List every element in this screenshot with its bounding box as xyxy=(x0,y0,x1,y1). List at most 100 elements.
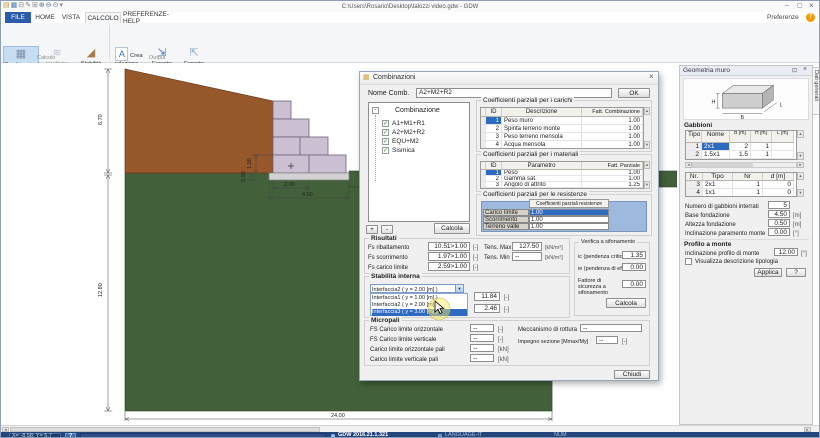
column-header[interactable]: L [m] xyxy=(772,131,794,143)
cell[interactable]: 1x1 xyxy=(703,189,733,197)
tree-item-sismica[interactable]: Sismica xyxy=(392,147,415,155)
combo-dropdown-icon[interactable]: ▼ xyxy=(455,285,463,292)
table1-hscroll-right[interactable]: ► xyxy=(797,162,804,168)
tree-item-a1m1r1[interactable]: A1+M1+R1 xyxy=(392,120,425,128)
cell[interactable]: Acqua mensola xyxy=(502,141,582,149)
cell[interactable]: 0 xyxy=(763,189,794,197)
materiali-table[interactable]: ID Parametro Fatt. Parziale 1 Peso 1.00 … xyxy=(480,161,644,189)
combination-tree[interactable]: - Combinazione ✓ A1+M1+R1 ✓ A2+M2+R2 ✓ E… xyxy=(368,102,470,222)
tree-item-equm2[interactable]: EQU+M2 xyxy=(392,138,419,146)
ic-input[interactable]: 1.35 xyxy=(622,251,646,259)
carichi-table[interactable]: ID Descrizione Fatt. Combinazione 1 Peso… xyxy=(480,107,644,149)
inclinazione-paramento-input[interactable]: 0.00 xyxy=(768,228,790,236)
cell[interactable]: 2 xyxy=(486,125,502,133)
materiali-scroll-down[interactable]: ▼ xyxy=(644,181,650,189)
cell[interactable]: 4 xyxy=(686,189,703,197)
table1-hscroll-left[interactable]: ◄ xyxy=(685,162,692,168)
panel-close-icon[interactable]: × xyxy=(803,66,807,74)
cell[interactable]: 2 xyxy=(686,151,702,159)
terreno-valle-coeff-cell[interactable]: 1.00 xyxy=(529,223,609,230)
cell[interactable]: 1 xyxy=(751,151,772,159)
altezza-fondazione-input[interactable]: 0.50 xyxy=(768,219,790,227)
cell[interactable]: 1.5x1 xyxy=(702,151,730,159)
tab-home[interactable]: HOME xyxy=(33,12,57,23)
table1-hscroll-track[interactable] xyxy=(692,162,797,168)
sifonamento-calcola-button[interactable]: Calcola xyxy=(606,298,646,308)
list-item-interfaccia1[interactable]: Interfaccia1 ( y = 1.00 [m] ) xyxy=(372,295,467,302)
column-header[interactable]: Fatt. Combinazione xyxy=(582,108,643,117)
list-item-interfaccia2[interactable]: Interfaccia2 ( y = 2.00 [m] ) xyxy=(372,302,467,309)
column-header[interactable]: d [m] xyxy=(763,173,794,181)
cell[interactable]: 2 xyxy=(730,143,751,151)
cell[interactable]: 3 xyxy=(486,133,502,141)
list-item-interfaccia3[interactable]: Interfaccia3 ( y = 3.00 [m] ) xyxy=(372,309,467,316)
tree-expander-icon[interactable]: - xyxy=(372,107,379,114)
canvas-hscrollbar[interactable]: ◄ ► xyxy=(1,425,819,432)
table1-scroll-up[interactable]: ▲ xyxy=(797,130,804,138)
cell[interactable]: 1.00 xyxy=(582,117,643,125)
minimize-button[interactable]: – xyxy=(785,2,789,10)
carichi-scroll-up[interactable]: ▲ xyxy=(644,107,650,115)
cell[interactable] xyxy=(772,143,794,151)
cell[interactable]: 0 xyxy=(763,181,794,189)
carico-limite-coeff-cell[interactable]: 1.00 xyxy=(529,209,609,216)
column-header[interactable]: ID xyxy=(486,108,502,117)
applica-button[interactable]: Applica xyxy=(754,268,782,277)
cell[interactable]: Peso muro xyxy=(502,117,582,125)
add-combination-button[interactable]: + xyxy=(366,225,378,234)
dati-generali-side-tab[interactable]: Dati generali xyxy=(812,67,820,115)
preferences-label[interactable]: Preferenze xyxy=(767,14,799,22)
chiudi-button[interactable]: Chiudi xyxy=(614,370,650,379)
cell[interactable]: 3 xyxy=(686,181,703,189)
dialog-close-icon[interactable]: × xyxy=(649,73,654,81)
cell[interactable]: 1.00 xyxy=(582,141,643,149)
panel-help-button[interactable]: ? xyxy=(786,268,806,277)
column-header[interactable]: Descrizione xyxy=(502,108,582,117)
gabion-layout-table[interactable]: Nr. Tipo Nr d [m] 3 2x1 1 0 4 1x1 1 0 xyxy=(685,172,797,197)
tab-file[interactable]: FILE xyxy=(5,12,31,23)
cell[interactable]: 4 xyxy=(486,141,502,149)
maximize-button[interactable]: ▢ xyxy=(797,2,803,10)
cell[interactable]: 1.00 xyxy=(582,125,643,133)
ok-button[interactable]: OK xyxy=(618,88,650,98)
column-header[interactable]: ID xyxy=(486,162,502,170)
remove-combination-button[interactable]: - xyxy=(381,225,393,234)
cell[interactable]: Angolo di attrito xyxy=(502,182,582,188)
table2-scroll-up[interactable]: ▲ xyxy=(797,172,804,180)
column-header[interactable]: Tipo xyxy=(686,131,702,143)
cell[interactable]: 1.00 xyxy=(582,133,643,141)
cell[interactable]: 1 xyxy=(751,143,772,151)
ie-input[interactable]: 0.00 xyxy=(622,263,646,271)
materiali-scroll-up[interactable]: ▲ xyxy=(644,161,650,169)
cell[interactable]: 1 xyxy=(733,181,763,189)
cell[interactable]: 1 xyxy=(486,117,502,125)
help-icon[interactable]: ? xyxy=(806,13,815,22)
tree-root-label[interactable]: Combinazione xyxy=(395,107,440,115)
cell[interactable]: Peso terreno mensola xyxy=(502,133,582,141)
table2-scroll-down[interactable]: ▼ xyxy=(797,189,804,197)
column-header[interactable]: Nome xyxy=(702,131,730,143)
column-header[interactable]: Nr. xyxy=(686,173,703,181)
cell[interactable]: 1.25 xyxy=(582,182,643,188)
cell[interactable]: 1.5 xyxy=(730,151,751,159)
carichi-scroll-down[interactable]: ▼ xyxy=(644,141,650,149)
tree-item-a2m2r2[interactable]: A2+M2+R2 xyxy=(392,129,425,137)
table1-scroll-down[interactable]: ▼ xyxy=(797,152,804,160)
numero-gabbioni-interrati-input[interactable]: 5 xyxy=(768,201,790,209)
column-header[interactable]: Nr xyxy=(733,173,763,181)
close-button[interactable]: × xyxy=(809,2,814,10)
gabion-types-table[interactable]: Tipo Nome B [m] H [m] L [m] 1 2x1 2 1 2 … xyxy=(685,130,797,160)
column-header[interactable]: Parametro xyxy=(502,162,582,170)
calcola-button[interactable]: Calcola xyxy=(434,223,470,234)
tab-vista[interactable]: VISTA xyxy=(59,12,83,23)
dialog-title-bar[interactable]: ▦ Combinazioni × xyxy=(360,72,658,85)
visualizza-descrizione-checkbox[interactable] xyxy=(685,258,692,265)
cell[interactable]: 3 xyxy=(486,182,502,188)
status-help-badge[interactable]: ? xyxy=(65,433,76,438)
tab-preferenze-help[interactable]: PREFERENZE-HELP xyxy=(123,12,181,23)
cell[interactable] xyxy=(772,151,794,159)
interfaccia-combobox[interactable]: Interfaccia2 ( y = 2.00 [m] ) ▼ xyxy=(370,284,464,293)
column-header[interactable]: H [m] xyxy=(751,131,772,143)
pin-icon[interactable]: ⊡ xyxy=(792,67,797,75)
column-header[interactable]: Fatt. Parziale xyxy=(582,162,643,170)
